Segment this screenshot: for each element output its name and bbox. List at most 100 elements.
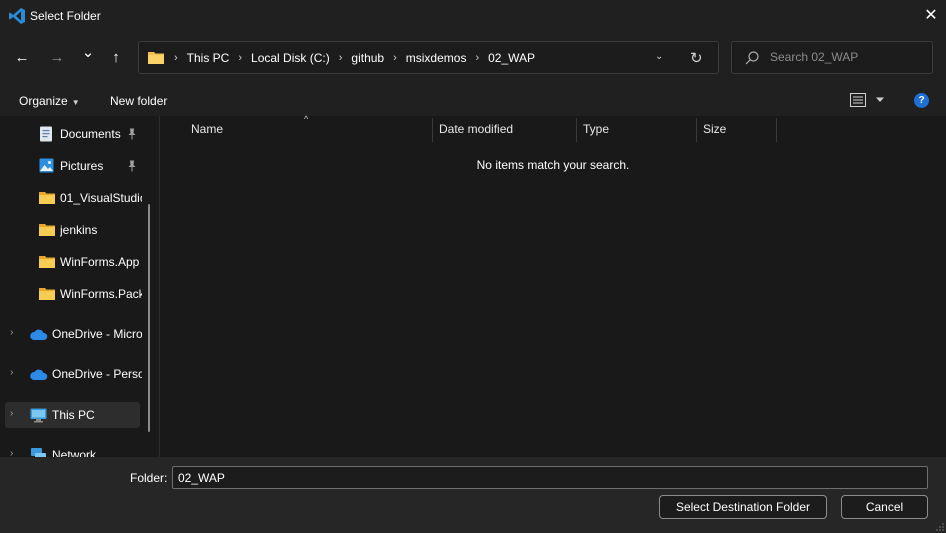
dialog-footer: Folder: Select Destination Folder Cancel [0,457,946,533]
sidebar-item-01-visualstudio[interactable]: 01_VisualStudio [0,185,148,211]
arrow-up-icon: ↑ [112,48,120,66]
column-divider[interactable] [696,118,697,142]
sidebar-item-this-pc[interactable]: › This PC [5,402,140,428]
sidebar-item-label: WinForms.App [60,255,140,269]
chevron-right-icon[interactable]: › [10,327,13,338]
pictures-icon [39,158,54,173]
chevron-right-icon[interactable]: › [10,448,13,457]
folder-icon [148,52,164,64]
breadcrumb: › This PC › Local Disk (C:) › github › m… [171,51,538,65]
column-header-label: Type [583,122,610,136]
recent-locations-button[interactable]: ⌄ [78,42,98,62]
column-divider[interactable] [576,118,577,142]
breadcrumb-this-pc[interactable]: This PC [187,51,230,65]
folder-icon [39,288,55,300]
address-dropdown-icon[interactable]: ⌄ [655,51,663,62]
back-button[interactable]: ← [12,47,32,67]
onedrive-icon [30,369,48,380]
sidebar-item-onedrive-personal[interactable]: › OneDrive - Personal [0,361,148,387]
organize-label: Organize [19,94,68,108]
sidebar-item-label: OneDrive - Microsoft [52,327,142,341]
column-header-type[interactable]: Type [583,116,609,142]
close-button[interactable]: ✕ [916,0,946,30]
navigation-pane: Documents Pictures 01_VisualStudio jenki… [0,116,160,457]
breadcrumb-msixdemos[interactable]: msixdemos [406,51,467,65]
close-icon: ✕ [924,7,938,24]
arrow-right-icon: → [49,48,65,66]
chevron-right-icon[interactable]: › [10,367,13,378]
sidebar-item-documents[interactable]: Documents [0,121,148,147]
breadcrumb-separator-icon: › [338,52,343,64]
folder-name-input[interactable] [172,466,928,489]
sidebar-item-jenkins[interactable]: jenkins [0,217,148,243]
sidebar-item-winforms-app[interactable]: WinForms.App [0,249,148,275]
sidebar-item-winforms-package[interactable]: WinForms.Package [0,281,148,307]
sidebar-item-label: Pictures [60,159,104,173]
documents-icon [40,126,52,142]
column-header-size[interactable]: Size [703,116,726,142]
breadcrumb-separator-icon: › [393,52,397,64]
sidebar-item-label: 01_VisualStudio [60,191,142,205]
folder-label: Folder: [130,471,168,485]
title-bar: Select Folder ✕ [0,0,946,32]
folder-icon [39,256,55,268]
column-header-name[interactable]: Name [191,116,223,142]
navigation-bar: ← → ⌄ ↑ › This PC › Local Disk (C:) › gi… [0,32,946,84]
sidebar-item-label: OneDrive - Personal [52,367,142,381]
forward-button[interactable]: → [47,47,67,67]
sidebar-item-label: Network [52,448,97,457]
pin-icon [128,128,136,140]
file-list: ^ Name Date modified Type Size No items … [161,114,946,457]
select-destination-folder-button[interactable]: Select Destination Folder [659,495,827,519]
column-divider[interactable] [776,118,777,142]
folder-icon [39,192,55,204]
command-bar: Organize ▼ New folder ? [0,84,946,116]
sidebar-item-network[interactable]: › Network [0,442,148,457]
onedrive-icon [30,329,48,340]
help-button[interactable]: ? [914,93,929,108]
chevron-down-icon: ⌄ [81,44,95,61]
sidebar-item-label: This PC [52,408,95,422]
network-icon [31,448,46,457]
search-input[interactable] [770,48,920,66]
new-folder-button[interactable]: New folder [110,94,167,108]
column-header-label: Size [703,122,727,136]
organize-button[interactable]: Organize ▼ [19,94,80,108]
sidebar-item-label: WinForms.Package [60,287,142,301]
new-folder-label: New folder [110,94,168,108]
empty-state-message: No items match your search. [476,158,630,172]
sidebar-item-label: Documents [60,127,121,141]
search-icon [745,51,759,65]
breadcrumb-02-wap[interactable]: 02_WAP [488,51,535,65]
breadcrumb-separator-icon: › [475,52,480,64]
search-box[interactable] [731,41,933,74]
resize-grip-icon[interactable] [936,523,944,531]
vscode-icon [9,8,25,24]
caret-down-icon: ▼ [71,98,80,107]
this-pc-icon [30,408,47,423]
caret-down-icon [876,97,884,102]
window-title: Select Folder [30,9,101,23]
breadcrumb-github[interactable]: github [351,51,384,65]
sort-ascending-icon: ^ [304,114,309,124]
refresh-icon[interactable]: ↻ [690,49,703,67]
column-header-label: Date modified [439,122,514,136]
help-icon: ? [918,95,925,106]
column-divider[interactable] [432,118,433,142]
cancel-button[interactable]: Cancel [841,495,928,519]
sidebar-item-onedrive-microsoft[interactable]: › OneDrive - Microsoft [0,321,148,347]
change-view-button[interactable] [850,92,890,108]
arrow-left-icon: ← [14,48,30,66]
sidebar-item-label: jenkins [60,223,98,237]
sidebar-item-pictures[interactable]: Pictures [0,153,148,179]
column-header-date-modified[interactable]: Date modified [439,116,513,142]
breadcrumb-local-disk[interactable]: Local Disk (C:) [251,51,330,65]
column-header-label: Name [191,122,224,136]
pin-icon [128,160,136,172]
address-bar[interactable]: › This PC › Local Disk (C:) › github › m… [138,41,719,74]
sidebar-scrollbar[interactable] [148,204,150,432]
up-button[interactable]: ↑ [106,47,126,67]
breadcrumb-separator-icon: › [238,52,243,64]
chevron-right-icon[interactable]: › [10,408,13,419]
folder-icon [39,224,55,236]
